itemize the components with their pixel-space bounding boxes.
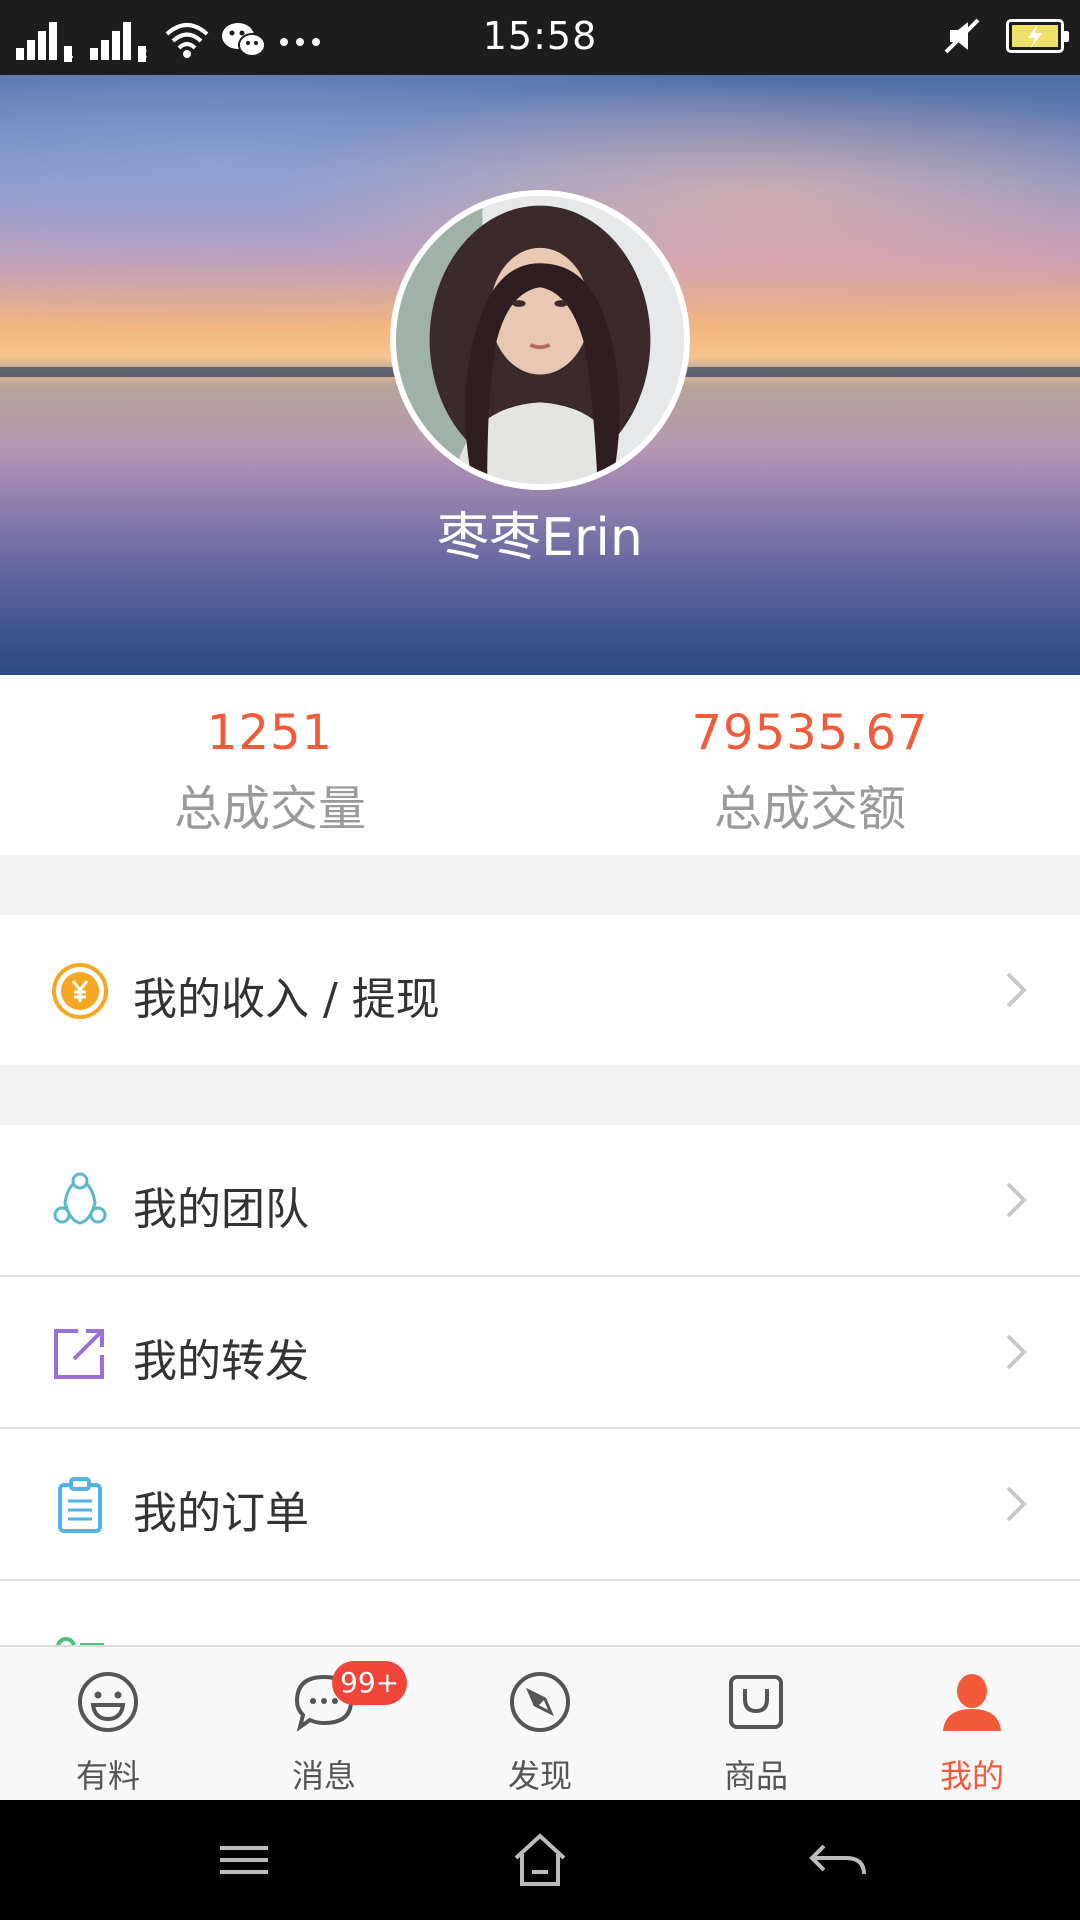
chevron-right-icon [1006, 1182, 1027, 1218]
tab-label: 有料 [75, 1757, 140, 1795]
profile-header: 枣枣Erin [0, 75, 1080, 675]
menu-label-forward: 我的转发 [133, 1336, 309, 1387]
menu-item-forward[interactable]: 我的转发 [0, 1277, 1080, 1427]
mute-icon [944, 18, 980, 54]
home-icon[interactable] [508, 1830, 572, 1890]
menu-label-orders: 我的订单 [133, 1488, 309, 1539]
battery-icon [1006, 19, 1069, 53]
chevron-right-icon [1006, 1486, 1027, 1522]
share-icon [54, 1329, 104, 1379]
total-volume-label: 总成交量 [173, 781, 366, 837]
tab-youliao[interactable]: 有料 [0, 1647, 216, 1802]
list-icon [56, 1637, 104, 1645]
status-right [942, 16, 1069, 56]
tab-label: 商品 [723, 1757, 788, 1795]
avatar-image [396, 196, 684, 484]
chevron-right-icon [1006, 1334, 1027, 1370]
total-amount-label: 总成交额 [713, 781, 906, 837]
unread-badge: 99+ [332, 1661, 408, 1705]
total-volume-stat[interactable]: 1251 总成交量 [0, 705, 540, 839]
back-icon[interactable] [806, 1830, 870, 1890]
username: 枣枣Erin [437, 508, 643, 568]
total-amount-value: 79535.67 [691, 705, 929, 761]
system-nav-bar [0, 1800, 1080, 1920]
menu-label-income: 我的收入 / 提现 [133, 974, 440, 1025]
tab-label: 消息 [291, 1757, 356, 1795]
coin-icon [52, 963, 108, 1019]
menu-item-orders[interactable]: 我的订单 [0, 1429, 1080, 1579]
clipboard-icon [58, 1477, 102, 1533]
compass-icon [510, 1672, 570, 1732]
tab-messages[interactable]: 99+ 消息 [216, 1647, 432, 1802]
avatar[interactable] [390, 190, 690, 490]
chevron-right-icon [1006, 972, 1027, 1008]
status-time: 15:58 [482, 14, 598, 58]
shopping-bag-icon [729, 1675, 783, 1729]
total-amount-stat[interactable]: 79535.67 总成交额 [540, 705, 1080, 839]
tab-label: 我的 [939, 1757, 1004, 1795]
menu-item-team[interactable]: 我的团队 [0, 1125, 1080, 1275]
tab-bar: 有料 99+ 消息 发现 商品 我的 [0, 1645, 1080, 1800]
user-icon [943, 1674, 1001, 1731]
menu-icon[interactable] [212, 1830, 276, 1890]
tab-products[interactable]: 商品 [648, 1647, 864, 1802]
total-volume-value: 1251 [206, 705, 334, 761]
status-bar: 1 2 15:58 [0, 0, 1080, 75]
tab-mine[interactable]: 我的 [864, 1647, 1080, 1802]
menu-label-team: 我的团队 [133, 1184, 309, 1235]
tab-discover[interactable]: 发现 [432, 1647, 648, 1802]
smiley-icon [78, 1672, 138, 1732]
menu-item-income[interactable]: 我的收入 / 提现 [0, 915, 1080, 1065]
tab-label: 发现 [507, 1757, 572, 1795]
stats-panel: 1251 总成交量 79535.67 总成交额 [0, 675, 1080, 855]
team-icon [53, 1172, 107, 1225]
menu-item-partial[interactable] [0, 1581, 1080, 1645]
